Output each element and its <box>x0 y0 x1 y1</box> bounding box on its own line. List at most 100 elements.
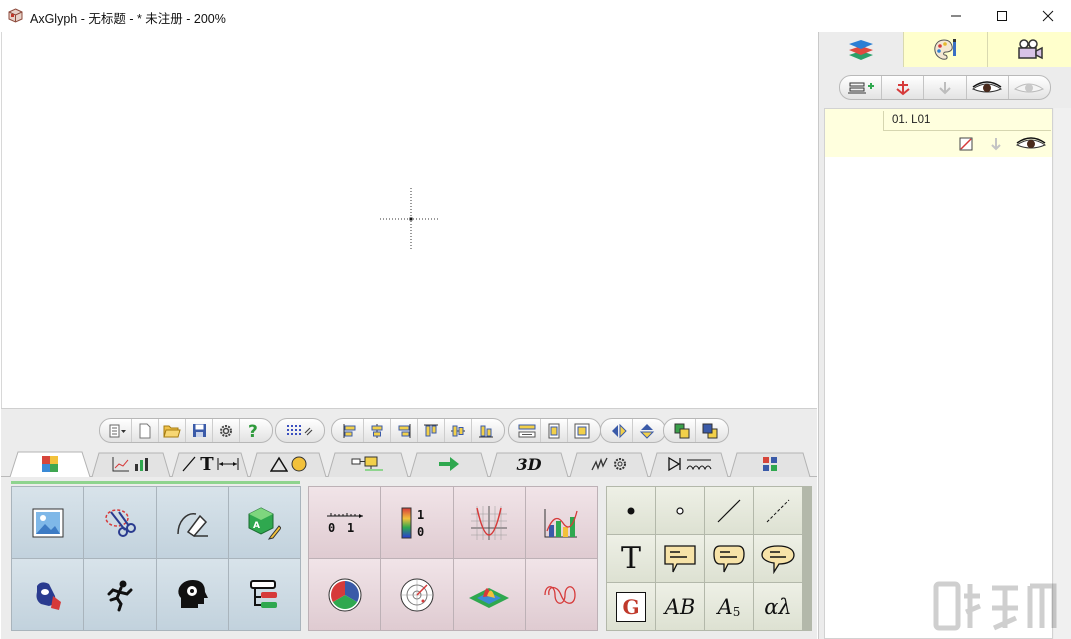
align-center-v-button[interactable] <box>445 419 472 442</box>
distribute-h-button[interactable] <box>514 419 541 442</box>
tab-clipart[interactable] <box>9 451 91 477</box>
open-file-button[interactable] <box>159 419 186 442</box>
tree-tool[interactable] <box>228 559 300 630</box>
save-button[interactable] <box>186 419 213 442</box>
tab-misc[interactable] <box>729 451 811 477</box>
tab-arrows[interactable] <box>409 451 489 477</box>
line-tool[interactable] <box>705 487 753 534</box>
color-bar-label-bottom: 0 <box>417 525 424 539</box>
close-button[interactable] <box>1025 0 1071 32</box>
figure-tool[interactable] <box>84 559 156 630</box>
spiral-tool[interactable] <box>525 559 597 630</box>
scissors-tool[interactable] <box>84 487 156 558</box>
circle-point-tool[interactable] <box>656 487 704 534</box>
dashed-line-tool[interactable] <box>754 487 802 534</box>
text-tool-label: T <box>200 453 214 475</box>
text-tool[interactable]: T <box>607 535 655 582</box>
image-tool[interactable] <box>12 487 84 558</box>
circle-shape-icon <box>291 456 306 472</box>
align-right-button[interactable] <box>391 419 418 442</box>
number-line-label-0: 0 <box>328 521 335 535</box>
tab-line-text[interactable]: T <box>171 451 249 477</box>
hide-layer-button[interactable] <box>1009 76 1050 99</box>
add-layer-button[interactable] <box>840 76 883 99</box>
tab-mechanics[interactable] <box>569 451 649 477</box>
charts-grid: 0 1 1 0 <box>308 486 598 631</box>
callout-rect-icon <box>664 544 696 572</box>
minimize-button[interactable] <box>933 0 979 32</box>
layer-controls <box>955 135 1050 153</box>
distribute-v-button[interactable] <box>541 419 568 442</box>
bring-front-button[interactable] <box>669 419 696 442</box>
align-center-h-button[interactable] <box>364 419 391 442</box>
area-chart-tool[interactable] <box>525 487 597 558</box>
color-bar-tool[interactable]: 1 0 <box>381 487 453 558</box>
greek-tool[interactable]: αλ <box>754 583 802 630</box>
pen-tool[interactable] <box>156 487 228 558</box>
callout-rect-tool[interactable] <box>656 535 704 582</box>
help-button[interactable]: ? <box>240 419 267 442</box>
settings-button[interactable] <box>213 419 240 442</box>
g-box-tool[interactable]: G <box>607 583 655 630</box>
pie-chart-tool[interactable] <box>309 559 381 630</box>
radar-icon <box>400 578 434 611</box>
layer-visible-eye-icon[interactable] <box>1015 137 1047 151</box>
bag-tool[interactable] <box>12 559 84 630</box>
layer-row[interactable]: 01. L01 <box>825 109 1052 157</box>
callout-oval-tool[interactable] <box>754 535 802 582</box>
move-layer-down-button[interactable] <box>924 76 967 99</box>
tab-animation[interactable] <box>987 32 1071 67</box>
puzzle-icon <box>42 456 58 472</box>
tab-layers[interactable] <box>819 32 903 67</box>
subscript-tool[interactable]: A5 <box>705 583 753 630</box>
ab-text-tool[interactable]: AB <box>656 583 704 630</box>
add-layer-icon <box>847 82 874 93</box>
tab-circuit[interactable] <box>649 451 729 477</box>
menu-button[interactable] <box>105 419 132 442</box>
close-icon <box>1042 10 1054 22</box>
app-window: AxGlyph - 无标题 - * 未注册 - 200% 01. L01 ? T… <box>0 0 1071 639</box>
align-bottom-button[interactable] <box>472 419 499 442</box>
show-layer-button[interactable] <box>967 76 1009 99</box>
maximize-button[interactable] <box>979 0 1025 32</box>
layer-lock-toggle-icon[interactable] <box>959 137 973 151</box>
tab-charts[interactable] <box>91 451 171 477</box>
tab-flowchart[interactable] <box>327 451 409 477</box>
spiral-icon <box>544 585 577 604</box>
layer-name-tab[interactable]: 01. L01 <box>883 111 1051 131</box>
distribute-center-button[interactable] <box>568 419 595 442</box>
layer-move-down-icon[interactable] <box>989 137 1003 151</box>
align-top-button[interactable] <box>418 419 445 442</box>
layer-scrollbar[interactable] <box>1054 108 1071 639</box>
drawing-canvas[interactable] <box>1 32 817 408</box>
tab-3d[interactable]: 3D <box>489 451 569 477</box>
app-logo-icon <box>8 8 23 23</box>
minimize-icon <box>951 15 961 17</box>
send-back-button[interactable] <box>696 419 723 442</box>
dot-tool[interactable] <box>607 487 655 534</box>
align-left-button[interactable] <box>337 419 364 442</box>
flip-vertical-button[interactable] <box>633 419 660 442</box>
new-file-button[interactable] <box>132 419 159 442</box>
flip-toolbar <box>600 418 666 443</box>
flip-horizontal-button[interactable] <box>606 419 633 442</box>
circle-point-icon <box>676 506 684 515</box>
surface-3d-tool[interactable] <box>453 559 525 630</box>
anchor-down-icon <box>896 80 910 95</box>
grid-snap-button[interactable] <box>281 419 319 442</box>
3d-model-tool[interactable]: A <box>228 487 300 558</box>
settings-gear-icon <box>220 424 232 437</box>
brain-tool[interactable] <box>156 559 228 630</box>
function-plot-tool[interactable] <box>453 487 525 558</box>
3d-tab-label: 3D <box>516 454 542 474</box>
menu-dropdown-icon <box>109 424 126 437</box>
scissors-icon <box>105 508 136 537</box>
tab-palette[interactable] <box>903 32 987 67</box>
number-line-tool[interactable]: 0 1 <box>309 487 381 558</box>
tab-shapes[interactable] <box>249 451 327 477</box>
radar-tool[interactable] <box>381 559 453 630</box>
anchor-layer-button[interactable] <box>882 76 925 99</box>
svg-text:A: A <box>253 521 260 531</box>
inductor-icon <box>686 459 711 471</box>
callout-round-tool[interactable] <box>705 535 753 582</box>
